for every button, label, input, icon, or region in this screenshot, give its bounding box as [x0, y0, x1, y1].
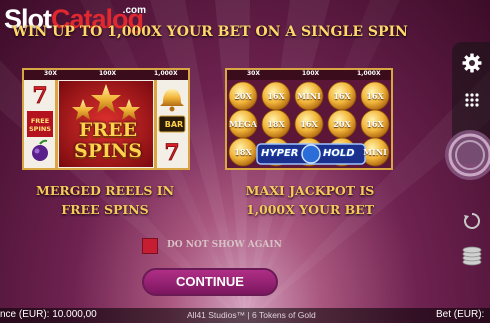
- continue-button[interactable]: CONTINUE: [142, 268, 278, 296]
- bet-display: Bet (EUR):: [436, 309, 485, 320]
- bar-symbol-label: BAR: [164, 120, 184, 129]
- autoplay-icon[interactable]: [463, 212, 481, 230]
- free-text: FREE: [78, 119, 138, 141]
- spin-icon[interactable]: [440, 128, 490, 182]
- side-free-text: FREE: [30, 117, 50, 125]
- free-spins-caption: MERGED REELS IN FREE SPINS: [10, 181, 200, 219]
- coin-value: MINI: [363, 147, 387, 157]
- hold-text: HOLD: [323, 148, 355, 159]
- coin-value: 18X: [267, 119, 285, 129]
- caption-line: 1,000X YOUR BET: [245, 202, 375, 217]
- coin-value: 16X: [366, 91, 384, 101]
- hyper-hold-caption: MAXI JACKPOT IS 1,000X YOUR BET: [215, 181, 405, 219]
- caption-line: FREE SPINS: [61, 202, 149, 217]
- hyper-text: HYPER: [261, 148, 299, 159]
- game-title: All41 Studios™ | 6 Tokens of Gold: [187, 310, 316, 320]
- hyper-hold-panel: 30X 100X 1,000X 20X 16X MINI 16X 16X MEG…: [225, 68, 393, 170]
- do-not-show-checkbox[interactable]: [142, 238, 158, 254]
- coin-stack-icon[interactable]: [460, 246, 484, 266]
- free-spins-badge: FREE SPINS: [61, 120, 155, 162]
- coin-value: MEGA: [229, 119, 257, 129]
- spins-text: SPINS: [74, 140, 142, 162]
- svg-text:7: 7: [32, 83, 47, 109]
- watermark-com: .com: [122, 5, 147, 16]
- bottom-status-bar: nce (EUR): 10.000,00 All41 Studios™ | 6 …: [0, 308, 490, 323]
- menu-dots-icon[interactable]: [464, 92, 480, 108]
- caption-line: MERGED REELS IN: [35, 183, 175, 198]
- gear-icon[interactable]: [461, 52, 483, 74]
- headline: WIN UP TO 1,000X YOUR BET ON A SINGLE SP…: [12, 24, 408, 40]
- hyper-hold-badge: HYPER HOLD: [257, 146, 365, 164]
- free-spins-panel: 7 7 30X 100X 1,000X FREE SPINS FREE SPIN…: [22, 68, 190, 170]
- multiplier-label: 1,000X: [154, 70, 178, 77]
- side-free-spins-symbol: FREE SPINS: [27, 117, 53, 133]
- coin-value: 20X: [333, 119, 351, 129]
- coin-value: 20X: [234, 91, 252, 101]
- balance-display: nce (EUR): 10.000,00: [0, 309, 97, 320]
- coin-value: 16X: [300, 119, 318, 129]
- caption-line: MAXI JACKPOT IS: [245, 183, 375, 198]
- coin-value: 16X: [267, 91, 285, 101]
- side-spins-text: SPINS: [29, 125, 51, 133]
- coin-value: 16X: [333, 91, 351, 101]
- multiplier-label: 100X: [99, 70, 117, 77]
- svg-text:7: 7: [164, 140, 179, 166]
- do-not-show-label[interactable]: DO NOT SHOW AGAIN: [167, 240, 282, 250]
- coin-value: 16X: [366, 119, 384, 129]
- coin-value: MINI: [297, 91, 321, 101]
- coin-value: 18X: [234, 147, 252, 157]
- multiplier-label: 30X: [44, 70, 57, 77]
